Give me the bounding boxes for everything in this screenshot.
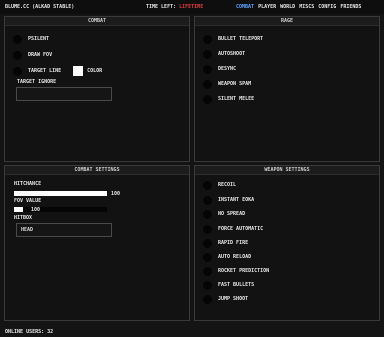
toggle-indicator [203, 238, 212, 248]
force-automatic-toggle[interactable]: FORCE AUTOMATIC [203, 224, 263, 234]
combat-settings-panel: COMBAT SETTINGS HITCHANCE 100 FOV VALUE … [4, 165, 190, 321]
tab-world[interactable]: WORLD [280, 4, 295, 10]
fov-slider[interactable] [14, 207, 107, 212]
toggle-indicator [203, 280, 212, 290]
hitchance-slider-fill [14, 191, 107, 196]
bullet-teleport-label: BULLET TELEPORT [218, 36, 264, 42]
draw-fov-toggle[interactable]: DRAW FOV [13, 50, 52, 60]
toggle-indicator [203, 49, 212, 59]
fov-slider-fill [14, 207, 24, 212]
psilent-label: PSILENT [28, 36, 50, 42]
rocket-prediction-label: ROCKET PREDICTION [218, 268, 270, 274]
toggle-indicator [13, 34, 22, 44]
toggle-indicator [203, 195, 212, 205]
time-left-label: TIME LEFT: [146, 4, 180, 10]
toggle-indicator [203, 94, 212, 104]
toggle-indicator [203, 252, 212, 262]
fov-value: 100 [31, 207, 41, 213]
tab-player[interactable]: PLAYER [258, 4, 276, 10]
time-left: TIME LEFT: LIFETIME [146, 4, 203, 10]
silent-melee-label: SILENT MELEE [218, 96, 255, 102]
auto-reload-label: AUTO RELOAD [218, 254, 252, 260]
weapon-settings-title: WEAPON SETTINGS [195, 166, 379, 175]
fov-value-label: FOV VALUE [14, 198, 42, 204]
color-label: COLOR [87, 68, 103, 74]
tab-miscs[interactable]: MISCS [299, 4, 314, 10]
toggle-indicator [203, 180, 212, 190]
auto-reload-toggle[interactable]: AUTO RELOAD [203, 252, 251, 262]
tab-combat[interactable]: COMBAT [236, 4, 254, 10]
combat-panel: COMBAT PSILENT DRAW FOV TARGET LINE COLO… [4, 16, 190, 162]
bullet-teleport-toggle[interactable]: BULLET TELEPORT [203, 34, 263, 44]
rapid-fire-label: RAPID FIRE [218, 240, 249, 246]
toggle-indicator [203, 79, 212, 89]
tab-friends[interactable]: FRIENDS [340, 4, 361, 10]
toggle-indicator [203, 64, 212, 74]
fast-bullets-label: FAST BULLETS [218, 282, 255, 288]
recoil-label: RECOIL [218, 182, 237, 188]
autoshoot-toggle[interactable]: AUTOSHOOT [203, 49, 245, 59]
brand-title: BLUME.CC (ALKAD STABLE) [5, 4, 75, 10]
rapid-fire-toggle[interactable]: RAPID FIRE [203, 238, 248, 248]
hitchance-label: HITCHANCE [14, 181, 42, 187]
target-line-toggle[interactable]: TARGET LINE COLOR [13, 66, 102, 76]
toggle-indicator [13, 50, 22, 60]
tab-config[interactable]: CONFIG [318, 4, 336, 10]
no-spread-label: NO SPREAD [218, 211, 246, 217]
weapon-settings-panel: WEAPON SETTINGS RECOIL INSTANT EOKA NO S… [194, 165, 380, 321]
toggle-indicator [13, 66, 22, 76]
desync-label: DESYNC [218, 66, 237, 72]
toggle-indicator [203, 34, 212, 44]
toggle-indicator [203, 294, 212, 304]
weapon-spam-toggle[interactable]: WEAPON SPAM [203, 79, 251, 89]
color-swatch[interactable] [73, 66, 84, 76]
toggle-indicator [203, 266, 212, 276]
instant-eoka-label: INSTANT EOKA [218, 197, 255, 203]
desync-toggle[interactable]: DESYNC [203, 64, 236, 74]
rage-panel-title: RAGE [195, 17, 379, 26]
target-ignore-input[interactable] [16, 87, 112, 101]
fast-bullets-toggle[interactable]: FAST BULLETS [203, 280, 254, 290]
autoshoot-label: AUTOSHOOT [218, 51, 246, 57]
target-ignore-label: TARGET IGNORE [17, 79, 57, 85]
hitbox-label: HITBOX [14, 215, 33, 221]
hitbox-select[interactable]: HEAD [16, 223, 112, 237]
combat-panel-title: COMBAT [5, 17, 189, 26]
weapon-spam-label: WEAPON SPAM [218, 81, 252, 87]
recoil-toggle[interactable]: RECOIL [203, 180, 236, 190]
time-left-value: LIFETIME [179, 4, 204, 10]
instant-eoka-toggle[interactable]: INSTANT EOKA [203, 195, 254, 205]
online-users: ONLINE USERS: 32 [5, 329, 54, 335]
rage-panel: RAGE BULLET TELEPORT AUTOSHOOT DESYNC WE… [194, 16, 380, 162]
psilent-toggle[interactable]: PSILENT [13, 34, 49, 44]
draw-fov-label: DRAW FOV [28, 52, 53, 58]
main-nav: COMBAT PLAYER WORLD MISCS CONFIG FRIENDS [236, 4, 361, 10]
jump-shoot-toggle[interactable]: JUMP SHOOT [203, 294, 248, 304]
combat-settings-title: COMBAT SETTINGS [5, 166, 189, 175]
silent-melee-toggle[interactable]: SILENT MELEE [203, 94, 254, 104]
toggle-indicator [203, 224, 212, 234]
top-bar: BLUME.CC (ALKAD STABLE) TIME LEFT: LIFET… [0, 0, 384, 14]
jump-shoot-label: JUMP SHOOT [218, 296, 249, 302]
force-automatic-label: FORCE AUTOMATIC [218, 226, 264, 232]
target-line-label: TARGET LINE [28, 68, 62, 74]
toggle-indicator [203, 209, 212, 219]
rocket-prediction-toggle[interactable]: ROCKET PREDICTION [203, 266, 269, 276]
no-spread-toggle[interactable]: NO SPREAD [203, 209, 245, 219]
hitchance-value: 100 [111, 191, 121, 197]
hitchance-slider[interactable] [14, 191, 107, 196]
